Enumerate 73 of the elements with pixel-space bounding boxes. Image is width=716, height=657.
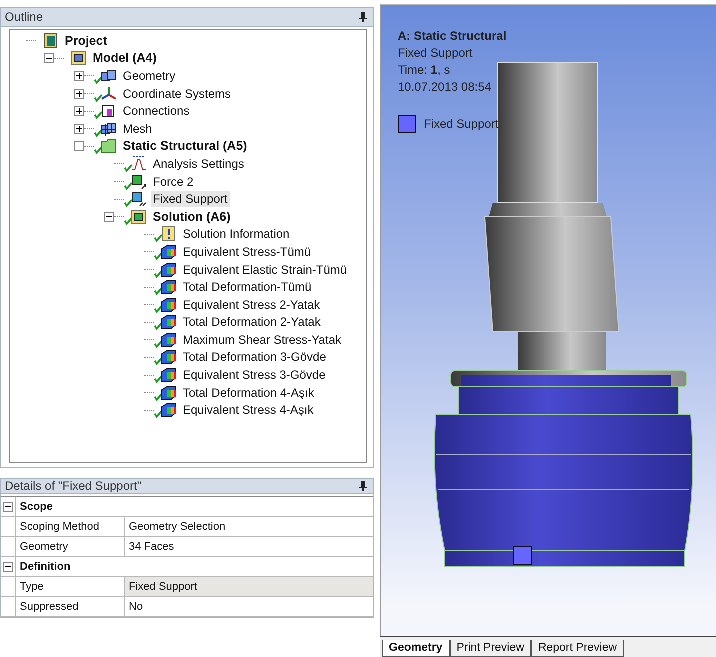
tree-item[interactable]: Equivalent Stress 2-Yatak: [181, 296, 322, 313]
toggle-box[interactable]: [74, 141, 84, 152]
tree-item[interactable]: Total Deformation 2-Yatak: [181, 314, 323, 330]
tree-item[interactable]: Equivalent Stress 4-Aşık: [181, 402, 316, 418]
tree-item[interactable]: Equivalent Elastic Strain-Tümü: [181, 262, 350, 278]
analysis-title: A: Static Structural: [398, 29, 507, 43]
collapse-icon[interactable]: [3, 562, 13, 572]
expand-icon[interactable]: [74, 106, 84, 116]
collapse-icon[interactable]: [44, 53, 54, 64]
force-icon: [131, 174, 147, 190]
axes-icon: [101, 86, 117, 102]
property-label: Scoping Method: [16, 517, 125, 536]
tree-item[interactable]: Maximum Shear Stress-Yatak: [181, 332, 344, 348]
solution-folder-icon: [131, 208, 147, 225]
tree-item[interactable]: Solution Information: [181, 226, 292, 242]
property-value[interactable]: Fixed Support: [125, 577, 373, 596]
date-time: 10.07.2013 08:54: [398, 80, 492, 94]
group-header[interactable]: Definition: [16, 558, 75, 574]
tree-item[interactable]: Coordinate Systems: [121, 86, 234, 102]
result-cube-icon: [161, 349, 177, 366]
book-icon: [43, 32, 59, 49]
tree-item[interactable]: Fixed Support: [151, 191, 230, 208]
collapse-icon[interactable]: [3, 502, 13, 512]
tree-item[interactable]: Model (A4): [91, 50, 159, 66]
folder-icon: [101, 138, 117, 154]
time-label: Time: 1, s: [398, 63, 452, 77]
property-value[interactable]: Geometry Selection: [125, 517, 373, 536]
tree-item[interactable]: Solution (A6): [151, 208, 233, 225]
tree-item[interactable]: Geometry: [121, 68, 178, 84]
view-tab[interactable]: Geometry: [382, 640, 450, 657]
collapse-icon[interactable]: [104, 212, 114, 222]
result-cube-icon: [161, 367, 177, 384]
info-icon: [161, 226, 177, 242]
tree-item[interactable]: Equivalent Stress-Tümü: [181, 244, 314, 260]
result-cube-icon: [161, 402, 177, 418]
cube-icon: [101, 68, 117, 84]
pin-icon[interactable]: [359, 12, 367, 22]
property-value[interactable]: 34 Faces: [125, 537, 373, 556]
expand-icon[interactable]: [74, 88, 84, 99]
tree-item[interactable]: Total Deformation 4-Aşık: [181, 384, 316, 401]
view-tab[interactable]: Report Preview: [531, 640, 624, 657]
expand-icon[interactable]: [74, 70, 84, 81]
result-cube-icon: [161, 314, 177, 330]
result-cube-icon: [161, 279, 177, 296]
tree-item[interactable]: Equivalent Stress 3-Gövde: [181, 367, 328, 384]
result-cube-icon: [161, 296, 177, 313]
expand-icon[interactable]: [74, 124, 84, 134]
tree-item[interactable]: Total Deformation 3-Gövde: [181, 349, 328, 366]
view-tab[interactable]: Print Preview: [450, 640, 532, 657]
result-cube-icon: [161, 244, 177, 260]
tree-item[interactable]: Total Deformation-Tümü: [181, 279, 314, 296]
result-cube-icon: [161, 262, 177, 278]
property-value[interactable]: No: [125, 597, 373, 616]
settings-icon: [131, 156, 147, 172]
pin-icon[interactable]: [359, 481, 367, 491]
property-label: Geometry: [16, 537, 125, 556]
connection-cube-icon: [101, 103, 117, 120]
tree-item[interactable]: Mesh: [121, 120, 154, 137]
panel-title: Outline: [5, 10, 44, 24]
tree-item[interactable]: Force 2: [151, 174, 196, 190]
panel-title: Details of "Fixed Support": [5, 479, 142, 493]
result-cube-icon: [161, 384, 177, 401]
property-label: Suppressed: [16, 597, 125, 616]
support-icon: [131, 191, 147, 208]
tree-item[interactable]: Connections: [121, 103, 192, 120]
tree-item[interactable]: Analysis Settings: [151, 156, 246, 172]
mesh-cube-icon: [101, 120, 117, 137]
tree-item[interactable]: Static Structural (A5): [121, 138, 250, 154]
model-folder-icon: [71, 50, 87, 66]
group-header[interactable]: Scope: [16, 498, 58, 514]
tree-item[interactable]: Project: [63, 32, 110, 49]
result-cube-icon: [161, 332, 177, 348]
object-name: Fixed Support: [398, 46, 474, 60]
